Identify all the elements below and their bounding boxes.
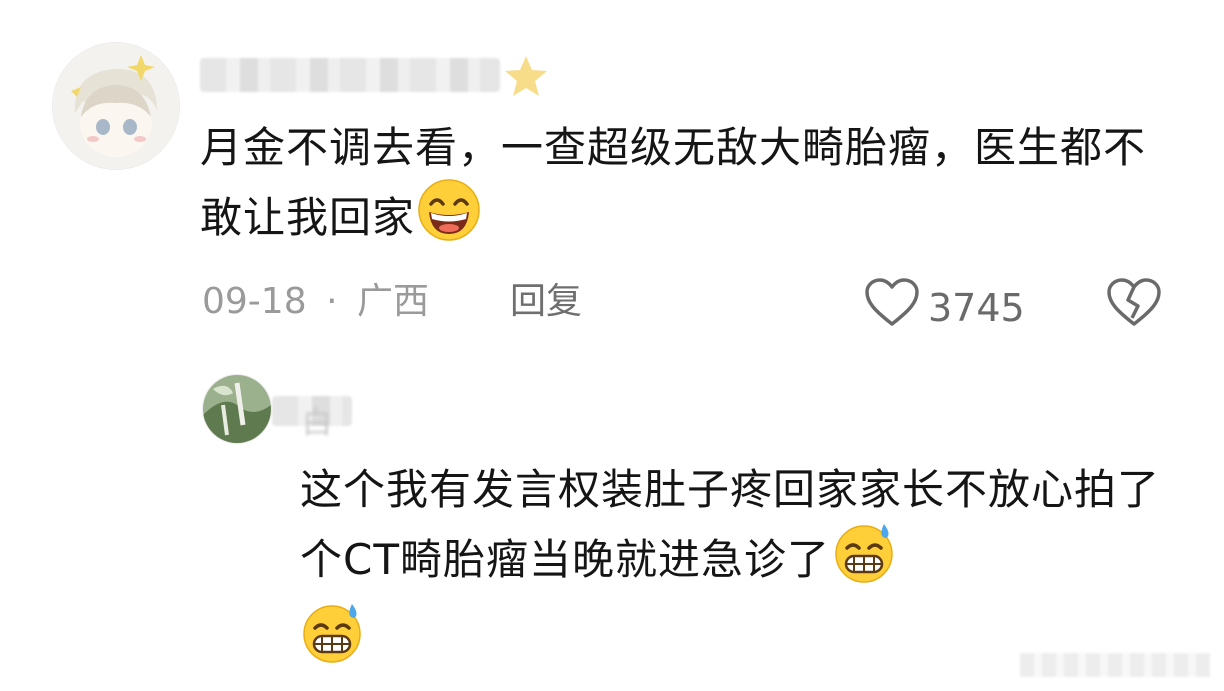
avatar[interactable] bbox=[52, 42, 180, 170]
comment-1: 月金不调去看，一查超级无敌大畸胎瘤，医生都不敢让我回家 09-18 · 广西 回… bbox=[0, 0, 1224, 360]
reply-avatar[interactable] bbox=[202, 374, 272, 444]
comment-text: 月金不调去看，一查超级无敌大畸胎瘤，医生都不敢让我回家 bbox=[200, 118, 1180, 258]
comment-location: 广西 bbox=[356, 281, 429, 322]
star-badge-icon bbox=[502, 52, 550, 104]
reply-text: 这个我有发言权装肚子疼回家家长不放心拍了个CT畸胎瘤当晚就进急诊了 bbox=[300, 460, 1168, 680]
meta-separator: · bbox=[326, 281, 338, 322]
reply-button[interactable]: 回复 bbox=[510, 282, 582, 322]
username-redacted[interactable] bbox=[200, 58, 500, 92]
grinning-sweat-emoji-icon bbox=[832, 520, 896, 600]
grinning-emoji-icon bbox=[417, 178, 481, 258]
comment-2: 白 这个我有发言权装肚子疼回家家长不放心拍了个CT畸胎瘤当晚就进急诊了 bbox=[0, 360, 1224, 691]
watermark-redacted bbox=[1020, 653, 1210, 677]
like-button[interactable]: 3745 bbox=[864, 278, 1025, 337]
comment-date: 09-18 bbox=[202, 281, 307, 322]
heart-outline-icon bbox=[864, 278, 928, 337]
reply-username-partial: 白 bbox=[302, 406, 332, 441]
like-count: 3745 bbox=[928, 285, 1025, 330]
grinning-sweat-emoji-icon bbox=[300, 600, 364, 680]
broken-heart-icon[interactable] bbox=[1106, 278, 1162, 332]
comment-meta: 09-18 · 广西 bbox=[202, 282, 429, 322]
